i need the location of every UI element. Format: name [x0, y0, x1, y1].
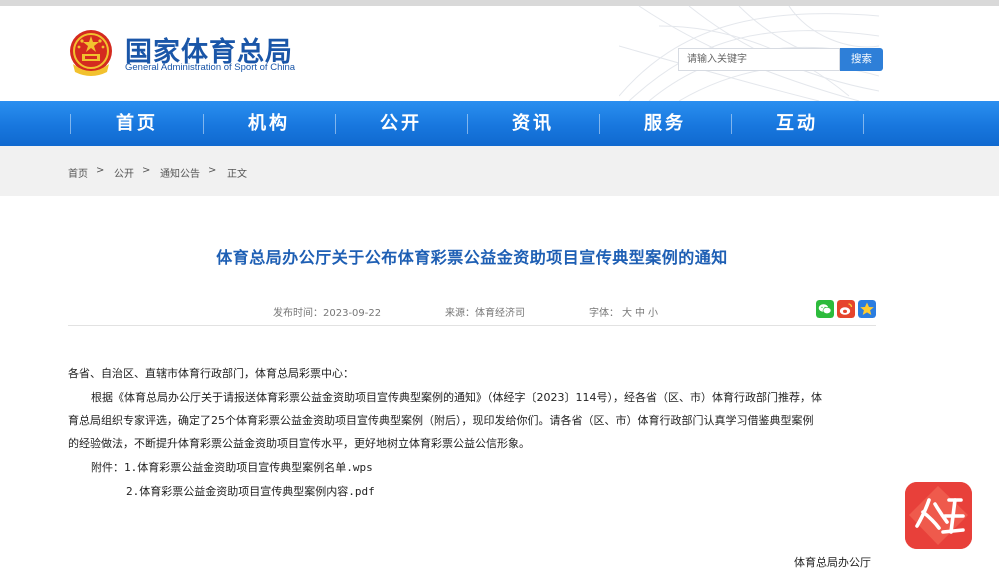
article-signature: 体育总局办公厅	[794, 556, 871, 569]
article-title: 体育总局办公厅关于公布体育彩票公益金资助项目宣传典型案例的通知	[216, 248, 728, 267]
national-emblem-icon	[70, 30, 112, 76]
nav-item-public[interactable]: 公开	[335, 101, 467, 146]
nav-separator	[863, 114, 864, 134]
article-source: 来源：体育经济司	[445, 308, 525, 319]
nav-item-interaction[interactable]: 互动	[731, 101, 863, 146]
app-badge-glyph-icon	[905, 482, 972, 549]
breadcrumb-separator: >	[142, 165, 151, 176]
attachment-link[interactable]: 附件：1.体育彩票公益金资助项目宣传典型案例名单.wps	[91, 456, 901, 480]
site-header: 国家体育总局 General Administration of Sport o…	[0, 6, 999, 101]
breadcrumb: 首页 > 公开 > 通知公告 > 正文	[0, 146, 999, 196]
breadcrumb-current: 正文	[227, 169, 247, 180]
app-badge-icon[interactable]	[905, 482, 972, 549]
breadcrumb-separator: >	[208, 165, 217, 176]
publish-time: 发布时间：2023-09-22	[273, 308, 382, 319]
meta-divider	[68, 325, 876, 326]
breadcrumb-notices[interactable]: 通知公告	[160, 165, 200, 180]
breadcrumb-home[interactable]: 首页	[68, 165, 88, 180]
font-size-large[interactable]: 大	[622, 308, 632, 319]
article-paragraph-line: 的经验做法，不断提升体育彩票公益金资助项目宣传水平，更好地树立体育彩票公益公信形…	[68, 437, 530, 450]
article-salutation: 各省、自治区、直辖市体育行政部门，体育总局彩票中心：	[68, 367, 354, 380]
main-nav: 首页 机构 公开 资讯 服务 互动	[0, 101, 999, 146]
nav-item-news[interactable]: 资讯	[467, 101, 599, 146]
search-button[interactable]: 搜索	[840, 48, 883, 71]
attachment-link[interactable]: 2.体育彩票公益金资助项目宣传典型案例内容.pdf	[126, 480, 936, 504]
nav-item-service[interactable]: 服务	[599, 101, 731, 146]
site-title-english: General Administration of Sport of China	[125, 62, 296, 73]
weibo-icon[interactable]	[837, 300, 855, 318]
search-input[interactable]: 请输入关键字	[678, 48, 840, 71]
font-size-small[interactable]: 小	[648, 308, 658, 319]
breadcrumb-separator: >	[96, 165, 105, 176]
article-paragraph-line: 根据《体育总局办公厅关于请报送体育彩票公益金资助项目宣传典型案例的通知》（体经字…	[91, 391, 822, 404]
wechat-icon[interactable]	[816, 300, 834, 318]
article-paragraph-line: 育总局组织专家评选，确定了25个体育彩票公益金资助项目宣传典型案例（附后），现印…	[68, 414, 814, 427]
font-size-control: 字体：大中小	[589, 304, 658, 319]
nav-item-home[interactable]: 首页	[71, 101, 203, 146]
nav-item-organization[interactable]: 机构	[203, 101, 335, 146]
font-size-medium[interactable]: 中	[635, 308, 645, 319]
qzone-icon[interactable]	[858, 300, 876, 318]
font-size-label: 字体：	[589, 308, 619, 319]
breadcrumb-public[interactable]: 公开	[114, 165, 134, 180]
